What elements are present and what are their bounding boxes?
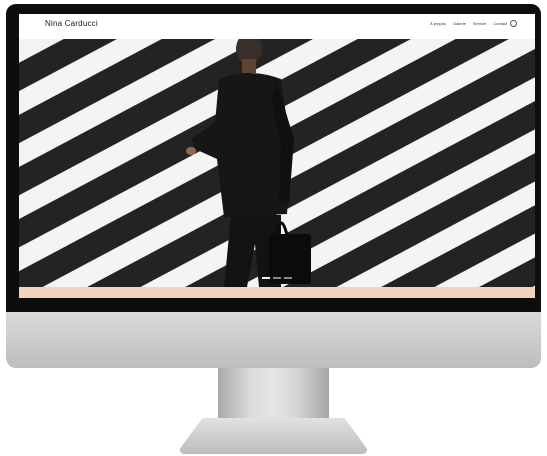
desktop-monitor: Nina Carducci À propos Galerie Service C…	[0, 0, 547, 456]
main-nav: À propos Galerie Service Contact	[430, 21, 507, 26]
hero-carousel[interactable]	[19, 39, 535, 287]
site-title[interactable]: Nina Carducci	[45, 19, 98, 28]
nav-item-service[interactable]: Service	[473, 21, 486, 26]
monitor-chin	[6, 312, 541, 368]
monitor-stand-neck	[218, 368, 329, 420]
website-screen: Nina Carducci À propos Galerie Service C…	[19, 14, 535, 298]
carousel-dot[interactable]	[284, 277, 292, 279]
site-header: Nina Carducci À propos Galerie Service C…	[19, 14, 535, 39]
carousel-dot[interactable]	[273, 277, 281, 279]
nav-item-galerie[interactable]: Galerie	[453, 21, 466, 26]
hero-image	[19, 39, 535, 287]
instagram-icon[interactable]	[510, 20, 517, 27]
carousel-indicators	[262, 277, 292, 279]
section-band	[19, 287, 535, 298]
monitor-stand-base	[180, 418, 367, 454]
nav-item-a-propos[interactable]: À propos	[430, 21, 446, 26]
carousel-dot[interactable]	[262, 277, 270, 279]
nav-item-contact[interactable]: Contact	[493, 21, 507, 26]
